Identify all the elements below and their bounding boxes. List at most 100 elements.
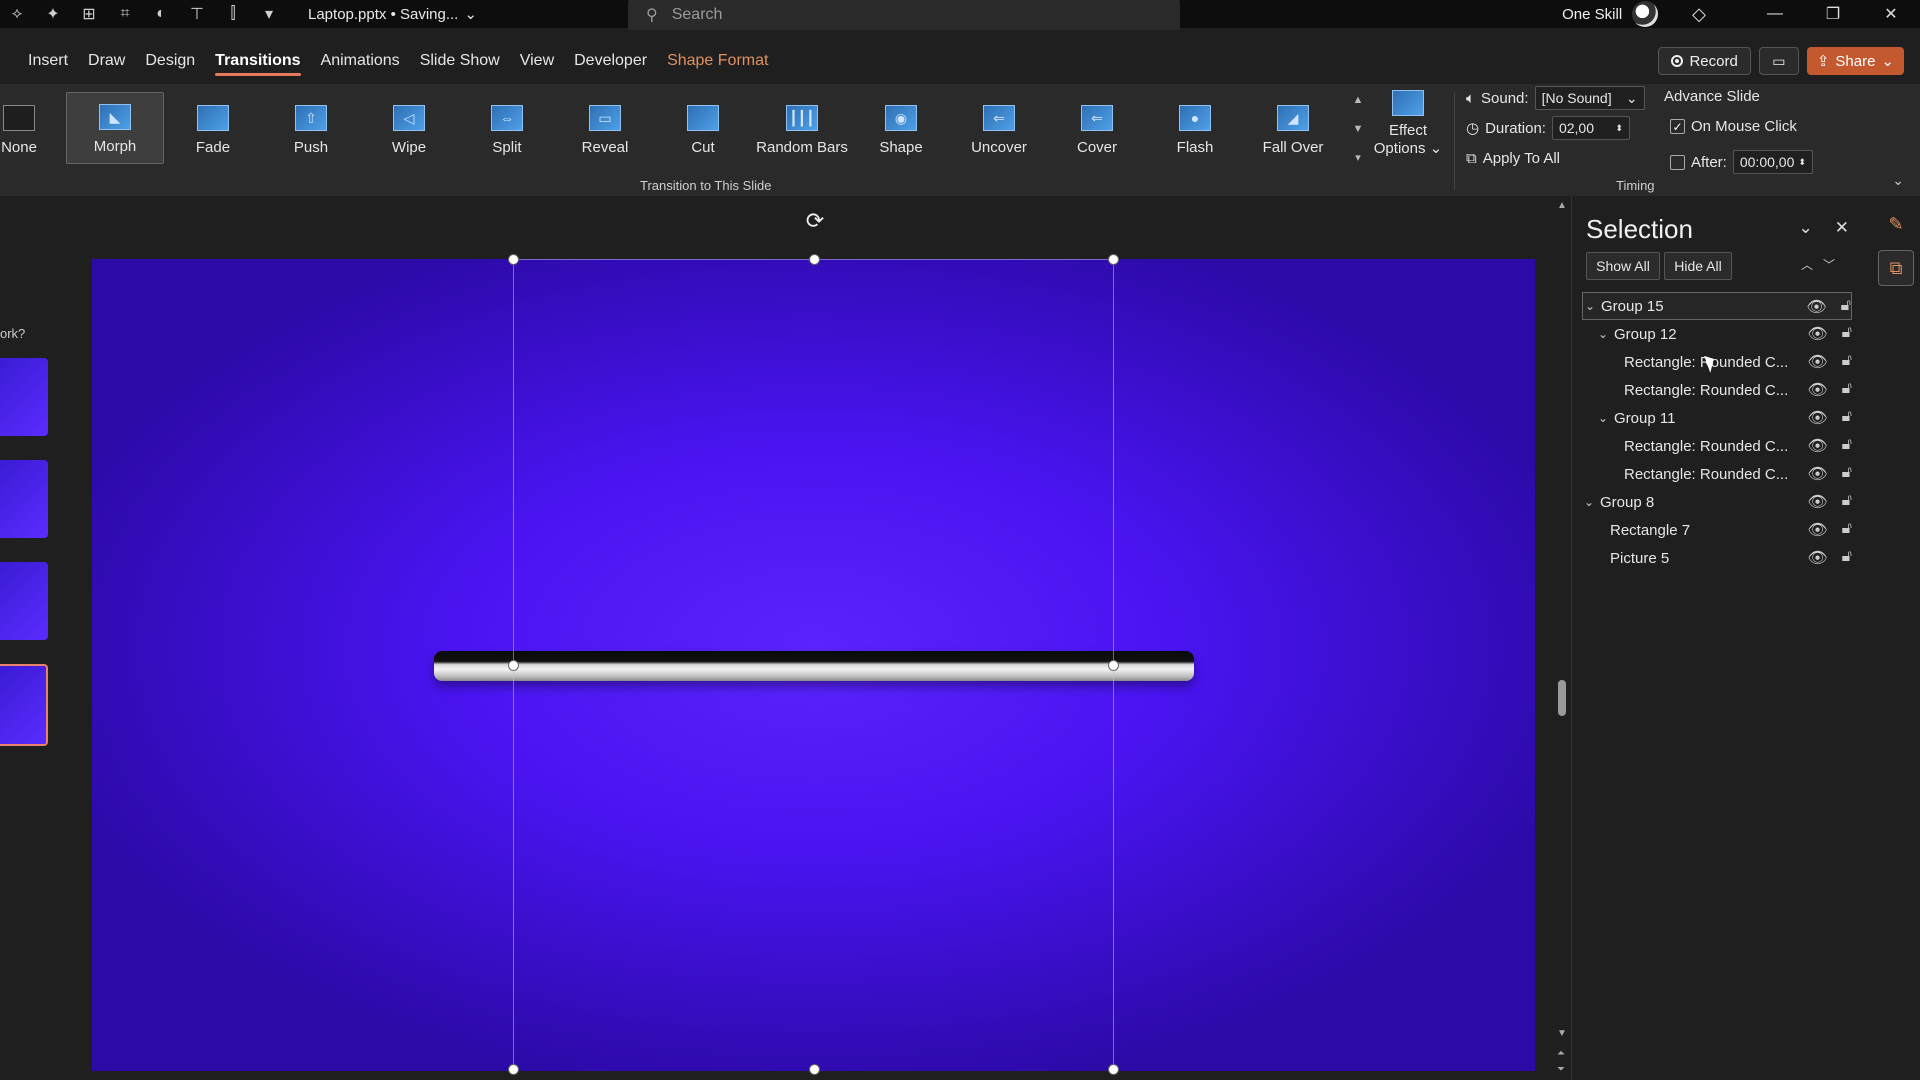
- pane-close-icon[interactable]: ✕: [1835, 218, 1849, 238]
- tree-item-rectangle[interactable]: Rectangle: Rounded C... 👁︎ 🔓︎: [1582, 376, 1852, 404]
- unlock-icon[interactable]: 🔓︎: [1841, 297, 1851, 317]
- resize-handle[interactable]: [1108, 660, 1119, 671]
- tree-item-rectangle[interactable]: Rectangle: Rounded C... 👁︎ 🔓︎: [1582, 348, 1852, 376]
- next-slide-icon[interactable]: ⏷: [1557, 1064, 1565, 1075]
- customize-qat-icon[interactable]: ▾: [258, 3, 280, 25]
- resize-handle[interactable]: [1108, 254, 1119, 265]
- resize-handle[interactable]: [508, 1064, 519, 1075]
- transition-random-bars[interactable]: ┃┃┃ Random Bars: [752, 92, 852, 164]
- restore-icon[interactable]: ❐: [1804, 4, 1862, 24]
- resize-handle[interactable]: [809, 254, 820, 265]
- transition-none[interactable]: None: [0, 92, 38, 164]
- unlock-icon[interactable]: 🔓︎: [1842, 520, 1852, 540]
- ribbon-collapse-icon[interactable]: ⌄: [1892, 172, 1904, 189]
- rotate-handle-icon[interactable]: ⟳: [802, 208, 828, 234]
- slide-thumbnail-active[interactable]: [0, 664, 48, 746]
- autosave-icon[interactable]: ⟡: [6, 3, 28, 25]
- gallery-down-icon[interactable]: ▼: [1353, 123, 1364, 135]
- eye-icon[interactable]: 👁︎: [1807, 380, 1827, 400]
- transition-push[interactable]: ⇧ Push: [262, 92, 360, 164]
- eye-icon[interactable]: 👁︎: [1807, 436, 1827, 456]
- after-stepper[interactable]: 00:00,00 ⬍: [1732, 150, 1813, 174]
- comments-button[interactable]: ▭: [1758, 47, 1799, 75]
- designer-icon[interactable]: ✦: [42, 3, 64, 25]
- eye-icon[interactable]: 👁︎: [1807, 548, 1827, 568]
- tab-animations[interactable]: Animations: [311, 44, 410, 78]
- tree-item-rectangle[interactable]: Rectangle: Rounded C... 👁︎ 🔓︎: [1582, 432, 1852, 460]
- chevron-down-icon[interactable]: ⌄: [1582, 495, 1596, 509]
- transition-cut[interactable]: Cut: [654, 92, 752, 164]
- tab-view[interactable]: View: [510, 44, 564, 78]
- previous-slide-icon[interactable]: ⏶: [1557, 1048, 1565, 1059]
- gallery-more-icon[interactable]: ▾: [1355, 151, 1361, 164]
- tab-draw[interactable]: Draw: [78, 44, 135, 78]
- pane-options-chevron-icon[interactable]: ⌄: [1799, 218, 1813, 238]
- tree-item-group-15[interactable]: ⌄ Group 15 👁︎ 🔓︎: [1582, 292, 1852, 320]
- user-name[interactable]: One Skill: [1562, 6, 1622, 23]
- transition-split[interactable]: ⇔ Split: [458, 92, 556, 164]
- shape-fill-icon[interactable]: ◐: [150, 3, 172, 25]
- tree-item-group-11[interactable]: ⌄ Group 11 👁︎ 🔓︎: [1582, 404, 1852, 432]
- transition-cover[interactable]: ⇐ Cover: [1048, 92, 1146, 164]
- resize-handle[interactable]: [1108, 1064, 1119, 1075]
- resize-handle[interactable]: [809, 1064, 820, 1075]
- hide-all-button[interactable]: Hide All: [1664, 252, 1732, 280]
- slide-thumbnail[interactable]: [0, 358, 48, 436]
- tree-item-rectangle[interactable]: Rectangle: Rounded C... 👁︎ 🔓︎: [1582, 460, 1852, 488]
- tab-slide-show[interactable]: Slide Show: [410, 44, 510, 78]
- avatar[interactable]: [1632, 1, 1659, 27]
- chevron-down-icon[interactable]: ⌄: [1583, 299, 1597, 313]
- effect-options-button[interactable]: Effect Options ⌄: [1372, 90, 1444, 170]
- eye-icon[interactable]: 👁︎: [1807, 520, 1827, 540]
- on-mouse-click-checkbox[interactable]: ✓ On Mouse Click: [1670, 118, 1797, 135]
- distribute-icon[interactable]: ⫿: [222, 3, 244, 25]
- unlock-icon[interactable]: 🔓︎: [1842, 408, 1852, 428]
- unlock-icon[interactable]: 🔓︎: [1842, 324, 1852, 344]
- align-icon[interactable]: ⊤: [186, 3, 208, 25]
- unlock-icon[interactable]: 🔓︎: [1842, 464, 1852, 484]
- transition-fall-over[interactable]: ◢ Fall Over: [1244, 92, 1342, 164]
- eye-icon[interactable]: 👁︎: [1807, 464, 1827, 484]
- close-icon[interactable]: ✕: [1862, 4, 1920, 24]
- transition-morph[interactable]: ◣ Morph: [66, 92, 164, 164]
- tree-item-picture-5[interactable]: Picture 5 👁︎ 🔓︎: [1582, 544, 1852, 572]
- send-backward-icon[interactable]: ﹀: [1823, 256, 1835, 273]
- record-button[interactable]: Record: [1658, 47, 1751, 75]
- gallery-up-icon[interactable]: ▲: [1353, 94, 1364, 106]
- slide-thumbnail[interactable]: [0, 562, 48, 640]
- search-input[interactable]: ⚲ Search: [628, 0, 1180, 30]
- show-all-button[interactable]: Show All: [1586, 252, 1660, 280]
- transition-shape[interactable]: ◉ Shape: [852, 92, 950, 164]
- transition-wipe[interactable]: ◁ Wipe: [360, 92, 458, 164]
- share-button[interactable]: ⇪ Share ⌄: [1806, 47, 1904, 75]
- scroll-down-icon[interactable]: ▼: [1557, 1028, 1567, 1039]
- designer-pane-icon[interactable]: ✎: [1878, 206, 1914, 242]
- tree-item-rectangle-7[interactable]: Rectangle 7 👁︎ 🔓︎: [1582, 516, 1852, 544]
- duration-stepper[interactable]: 02,00 ⬍: [1551, 116, 1630, 140]
- vertical-scrollbar[interactable]: ▲ ▼ ⏶ ⏷: [1555, 200, 1569, 1080]
- bring-forward-icon[interactable]: ︿: [1801, 256, 1813, 273]
- tab-transitions[interactable]: Transitions: [205, 44, 310, 78]
- eye-icon[interactable]: 👁︎: [1807, 352, 1827, 372]
- sound-select[interactable]: [No Sound] ⌄: [1534, 86, 1645, 110]
- resize-handle[interactable]: [508, 254, 519, 265]
- transition-fade[interactable]: Fade: [164, 92, 262, 164]
- document-title[interactable]: Laptop.pptx • Saving... ⌄: [308, 5, 477, 24]
- after-checkbox[interactable]: [1670, 154, 1685, 170]
- selection-pane-icon[interactable]: ⧉: [1878, 250, 1914, 286]
- eye-icon[interactable]: 👁︎: [1807, 408, 1827, 428]
- tree-item-group-12[interactable]: ⌄ Group 12 👁︎ 🔓︎: [1582, 320, 1852, 348]
- tab-shape-format[interactable]: Shape Format: [657, 44, 778, 78]
- scroll-thumb[interactable]: [1558, 680, 1566, 716]
- unlock-icon[interactable]: 🔓︎: [1842, 380, 1852, 400]
- slide-thumbnail[interactable]: [0, 460, 48, 538]
- crop-icon[interactable]: ⌗: [114, 3, 136, 25]
- tab-developer[interactable]: Developer: [564, 44, 657, 78]
- premium-diamond-icon[interactable]: ◇: [1692, 4, 1706, 25]
- unlock-icon[interactable]: 🔓︎: [1842, 548, 1852, 568]
- chevron-down-icon[interactable]: ⌄: [1596, 411, 1610, 425]
- eye-icon[interactable]: 👁︎: [1807, 324, 1827, 344]
- chevron-down-icon[interactable]: ⌄: [1596, 327, 1610, 341]
- minimize-icon[interactable]: —: [1746, 5, 1804, 23]
- eye-icon[interactable]: 👁︎: [1807, 492, 1827, 512]
